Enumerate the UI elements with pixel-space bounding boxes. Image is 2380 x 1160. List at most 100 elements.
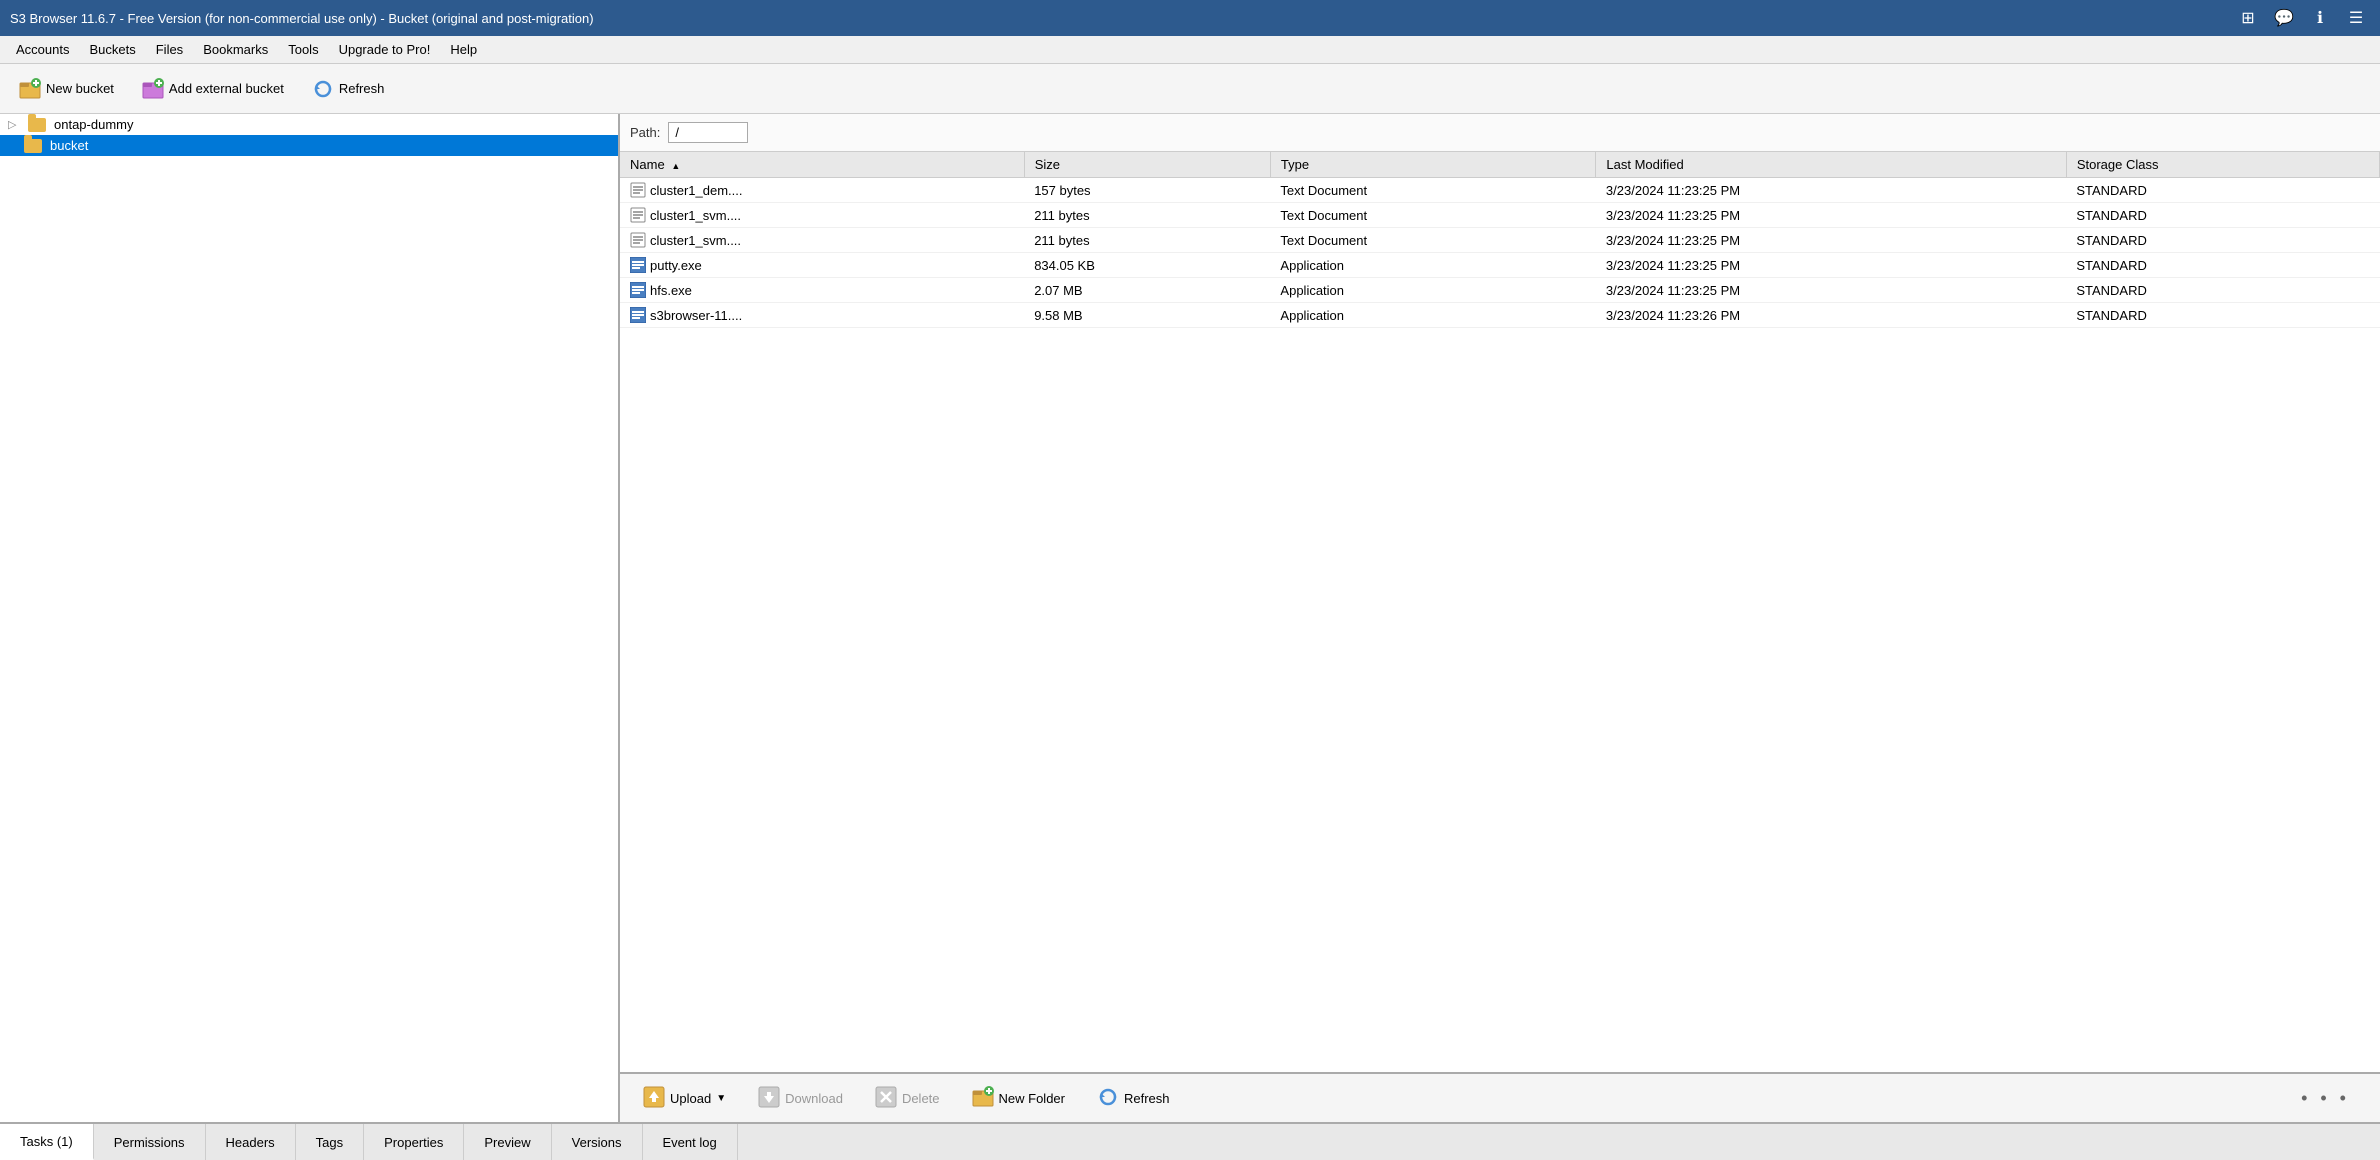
file-toolbar: Upload ▼ Download <box>620 1072 2380 1122</box>
new-bucket-button[interactable]: New bucket <box>8 73 125 105</box>
file-size: 211 bytes <box>1024 203 1270 228</box>
left-panel: ▷ ontap-dummy bucket <box>0 114 620 1122</box>
delete-label: Delete <box>902 1091 940 1106</box>
file-size: 157 bytes <box>1024 178 1270 203</box>
info-icon[interactable]: ℹ <box>2306 7 2334 29</box>
table-row[interactable]: hfs.exe 2.07 MBApplication3/23/2024 11:23… <box>620 278 2380 303</box>
file-last-modified: 3/23/2024 11:23:26 PM <box>1596 303 2066 328</box>
tree-item-bucket[interactable]: bucket <box>0 135 618 156</box>
tree-root-label: ontap-dummy <box>54 117 133 132</box>
menu-files[interactable]: Files <box>146 39 193 60</box>
table-row[interactable]: putty.exe834.05 KBApplication3/23/2024 1… <box>620 253 2380 278</box>
app-file-icon <box>630 257 646 273</box>
tab-event-log[interactable]: Event log <box>643 1124 738 1160</box>
col-header-size[interactable]: Size <box>1024 152 1270 178</box>
file-size: 834.05 KB <box>1024 253 1270 278</box>
new-folder-icon <box>972 1086 994 1111</box>
new-folder-label: New Folder <box>999 1091 1065 1106</box>
file-storage-class: STANDARD <box>2066 228 2379 253</box>
table-row[interactable]: cluster1_dem....157 bytesText Document3/… <box>620 178 2380 203</box>
tab-tags[interactable]: Tags <box>296 1124 364 1160</box>
path-bar: Path: <box>620 114 2380 152</box>
file-name: cluster1_svm.... <box>650 233 741 248</box>
delete-icon <box>875 1086 897 1111</box>
file-name: s3browser-11.... <box>650 308 742 323</box>
file-type: Application <box>1270 303 1596 328</box>
file-last-modified: 3/23/2024 11:23:25 PM <box>1596 203 2066 228</box>
tab-versions[interactable]: Versions <box>552 1124 643 1160</box>
file-type: Application <box>1270 278 1596 303</box>
col-header-name[interactable]: Name ▲ <box>620 152 1024 178</box>
table-row[interactable]: s3browser-11....9.58 MBApplication3/23/2… <box>620 303 2380 328</box>
new-bucket-label: New bucket <box>46 81 114 96</box>
right-panel: Path: Name ▲ Size Type Last Modified Sto… <box>620 114 2380 1122</box>
add-external-label: Add external bucket <box>169 81 284 96</box>
menu-tools[interactable]: Tools <box>278 39 328 60</box>
menu-help[interactable]: Help <box>440 39 487 60</box>
file-size: 2.07 MB <box>1024 278 1270 303</box>
tree-bucket-label: bucket <box>50 138 88 153</box>
file-name: hfs.exe <box>650 283 692 298</box>
title-icons: ⊞ 💬 ℹ ☰ <box>2234 7 2370 29</box>
add-external-button[interactable]: Add external bucket <box>131 73 295 105</box>
download-button[interactable]: Download <box>745 1081 856 1116</box>
file-type: Text Document <box>1270 228 1596 253</box>
grid-icon[interactable]: ⊞ <box>2234 7 2262 29</box>
table-row[interactable]: cluster1_svm....211 bytesText Document3/… <box>620 228 2380 253</box>
tab-preview[interactable]: Preview <box>464 1124 551 1160</box>
file-refresh-label: Refresh <box>1124 1091 1170 1106</box>
tab-properties[interactable]: Properties <box>364 1124 464 1160</box>
menu-upgrade[interactable]: Upgrade to Pro! <box>329 39 441 60</box>
upload-icon <box>643 1086 665 1111</box>
tab-tasks--1-[interactable]: Tasks (1) <box>0 1124 94 1160</box>
tab-headers[interactable]: Headers <box>206 1124 296 1160</box>
new-bucket-icon <box>19 78 41 100</box>
upload-button[interactable]: Upload ▼ <box>630 1081 739 1116</box>
file-storage-class: STANDARD <box>2066 178 2379 203</box>
path-label: Path: <box>630 125 660 140</box>
toolbar: New bucket Add external bucket Refresh <box>0 64 2380 114</box>
more-options-dots: • • • <box>1189 1088 2370 1109</box>
download-label: Download <box>785 1091 843 1106</box>
sort-arrow: ▲ <box>671 161 680 171</box>
file-type: Text Document <box>1270 203 1596 228</box>
refresh-button[interactable]: Refresh <box>301 73 396 105</box>
file-last-modified: 3/23/2024 11:23:25 PM <box>1596 228 2066 253</box>
path-input[interactable] <box>668 122 748 143</box>
new-folder-button[interactable]: New Folder <box>959 1081 1078 1116</box>
file-table: Name ▲ Size Type Last Modified Storage C… <box>620 152 2380 328</box>
download-icon <box>758 1086 780 1111</box>
file-name-cell: cluster1_dem.... <box>620 178 1024 203</box>
file-last-modified: 3/23/2024 11:23:25 PM <box>1596 253 2066 278</box>
file-last-modified: 3/23/2024 11:23:25 PM <box>1596 178 2066 203</box>
file-last-modified: 3/23/2024 11:23:25 PM <box>1596 278 2066 303</box>
delete-button[interactable]: Delete <box>862 1081 953 1116</box>
file-name-cell: putty.exe <box>620 253 1024 278</box>
col-header-storage-class[interactable]: Storage Class <box>2066 152 2379 178</box>
menu-icon[interactable]: ☰ <box>2342 7 2370 29</box>
title-bar: S3 Browser 11.6.7 - Free Version (for no… <box>0 0 2380 36</box>
main-content: ▷ ontap-dummy bucket Path: Name ▲ <box>0 114 2380 1122</box>
refresh-icon <box>312 78 334 100</box>
title-text: S3 Browser 11.6.7 - Free Version (for no… <box>10 11 594 26</box>
file-storage-class: STANDARD <box>2066 303 2379 328</box>
file-tbody: cluster1_dem....157 bytesText Document3/… <box>620 178 2380 328</box>
refresh-label: Refresh <box>339 81 385 96</box>
menu-accounts[interactable]: Accounts <box>6 39 79 60</box>
file-storage-class: STANDARD <box>2066 203 2379 228</box>
file-name: cluster1_dem.... <box>650 183 743 198</box>
tree-item-root[interactable]: ▷ ontap-dummy <box>0 114 618 135</box>
file-type: Application <box>1270 253 1596 278</box>
table-row[interactable]: cluster1_svm....211 bytesText Document3/… <box>620 203 2380 228</box>
chat-icon[interactable]: 💬 <box>2270 7 2298 29</box>
col-header-last-modified[interactable]: Last Modified <box>1596 152 2066 178</box>
col-header-type[interactable]: Type <box>1270 152 1596 178</box>
file-storage-class: STANDARD <box>2066 253 2379 278</box>
file-name-cell: hfs.exe <box>620 278 1024 303</box>
file-refresh-button[interactable]: Refresh <box>1084 1081 1183 1116</box>
menu-buckets[interactable]: Buckets <box>79 39 145 60</box>
menu-bookmarks[interactable]: Bookmarks <box>193 39 278 60</box>
tab-permissions[interactable]: Permissions <box>94 1124 206 1160</box>
app-file-icon <box>630 307 646 323</box>
file-name-cell: s3browser-11.... <box>620 303 1024 328</box>
